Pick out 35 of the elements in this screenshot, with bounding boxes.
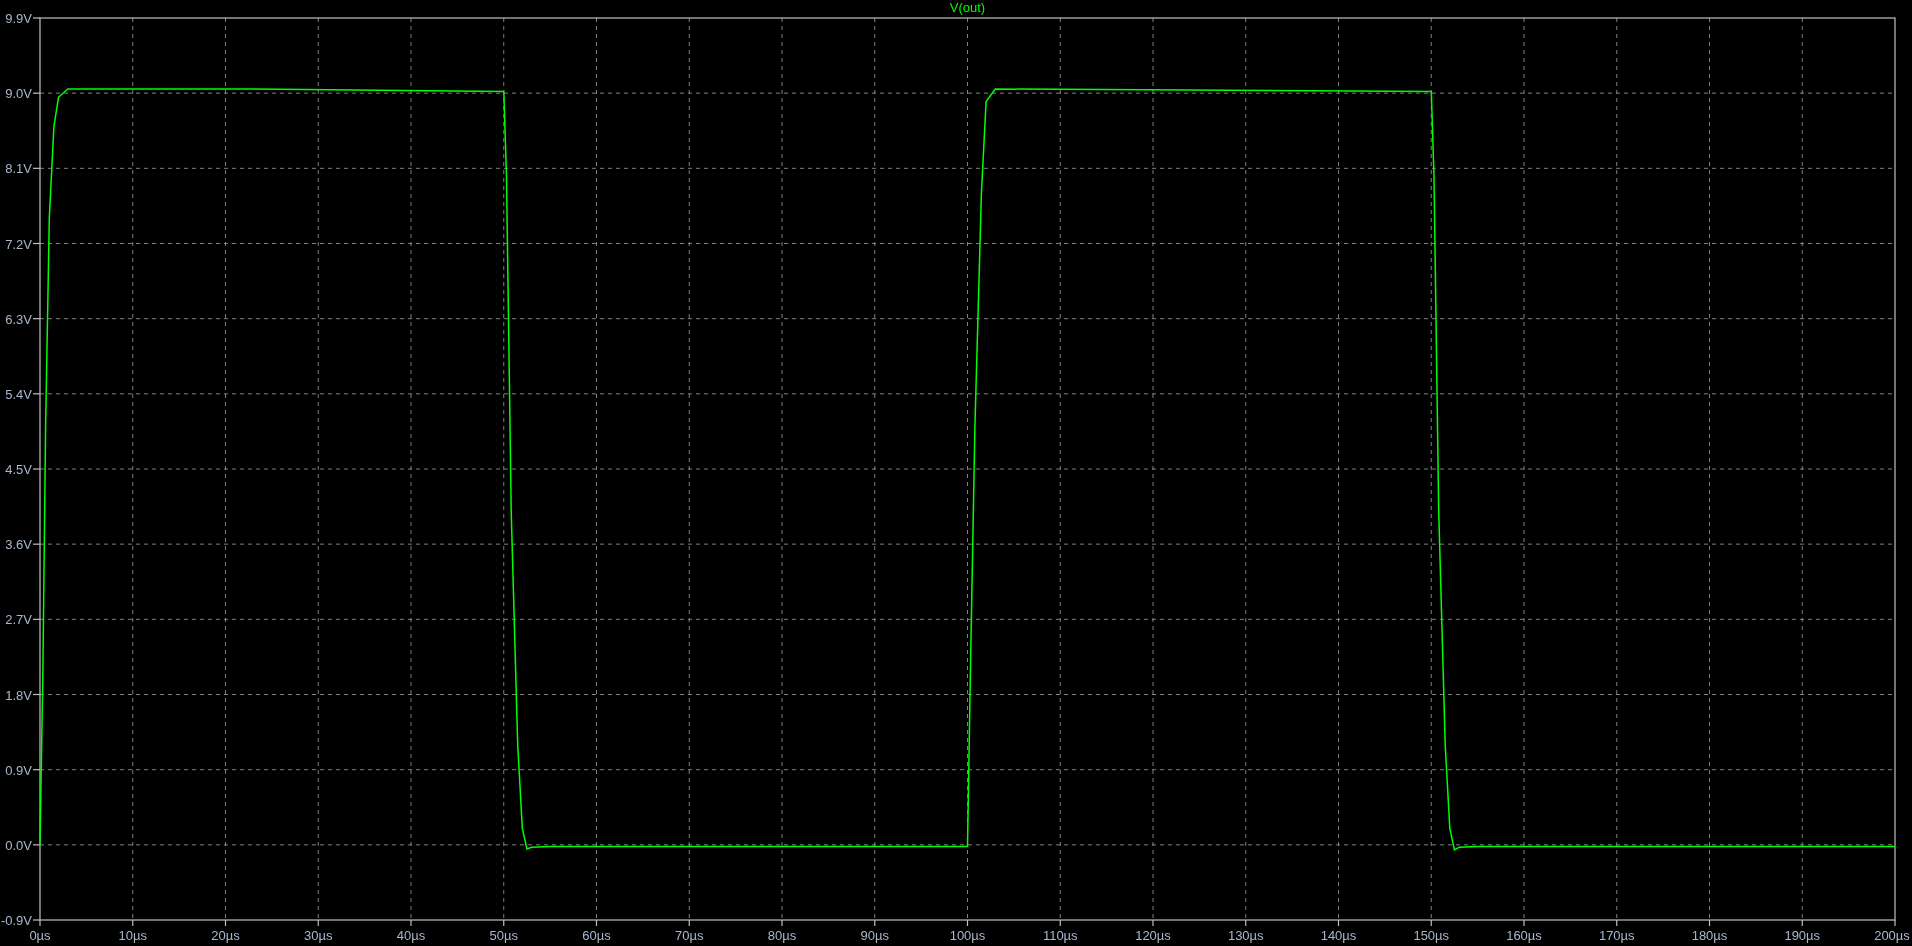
y-tick-label: 9.9V [5, 11, 32, 26]
x-tick-label: 140µs [1320, 928, 1357, 943]
y-tick-label: 0.0V [5, 837, 32, 853]
x-tick-label: 190µs [1784, 928, 1821, 943]
y-tick-label: 5.4V [5, 386, 32, 402]
y-tick-label: 2.7V [5, 612, 32, 628]
x-tick-label: 70µs [675, 928, 704, 943]
x-tick-label: 20µs [211, 928, 240, 943]
y-tick-label: 8.1V [5, 161, 32, 177]
x-tick-label: 60µs [582, 928, 611, 943]
x-tick-label: 40µs [396, 928, 426, 943]
x-tick-label: 150µs [1413, 928, 1450, 943]
x-tick-label: 10µs [118, 928, 147, 943]
y-tick-label: 9.0V [5, 86, 32, 102]
x-tick-label: 100µs [949, 928, 986, 943]
x-tick-label: 50µs [489, 928, 518, 943]
x-tick-label: 110µs [1042, 928, 1078, 943]
y-tick-label: 3.6V [5, 537, 32, 553]
x-tick-label: 130µs [1227, 928, 1264, 943]
x-tick-label: 170µs [1598, 928, 1635, 943]
y-tick-label: 7.2V [5, 236, 32, 252]
x-tick-label: 80µs [767, 928, 797, 943]
x-tick-label: 30µs [304, 928, 333, 943]
y-tick-label: -0.9V [0, 913, 32, 928]
x-tick-label: 200µs [1874, 928, 1910, 943]
y-tick-label: 0.9V [5, 762, 32, 778]
x-tick-label: 90µs [860, 928, 889, 943]
trace-name: V(out) [949, 0, 986, 15]
x-tick-label: 0µs [29, 928, 51, 943]
x-tick-label: 120µs [1135, 928, 1171, 943]
x-tick-label: 180µs [1691, 928, 1728, 943]
y-tick-label: 4.5V [5, 462, 32, 477]
x-tick-label: 160µs [1506, 928, 1542, 943]
y-tick-label: 6.3V [5, 311, 32, 327]
y-tick-label: 1.8V [5, 687, 32, 703]
